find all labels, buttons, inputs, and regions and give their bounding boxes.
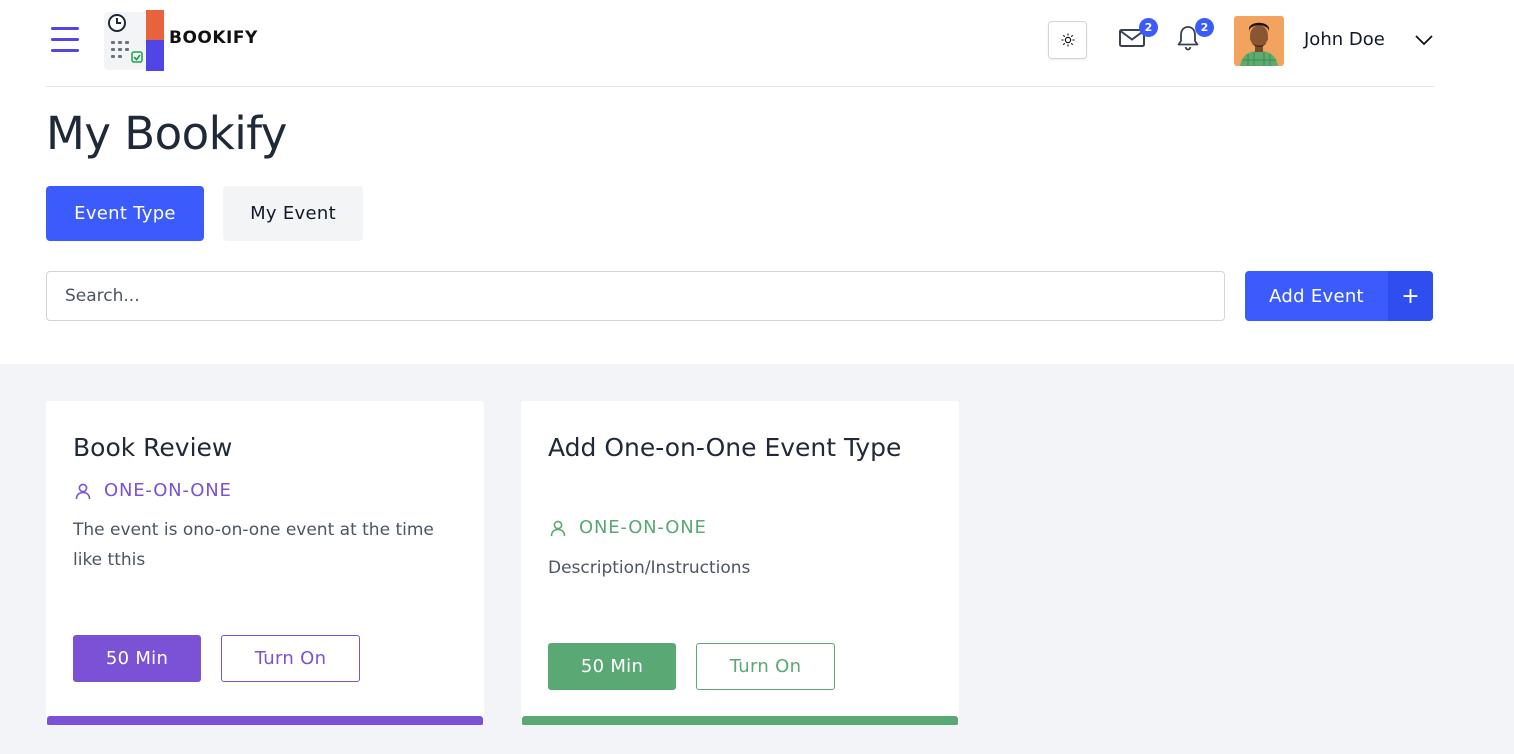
event-card-title: Book Review bbox=[73, 433, 233, 462]
tab-event-type[interactable]: Event Type bbox=[46, 186, 204, 241]
page-title: My Bookify bbox=[46, 107, 287, 160]
mail-button[interactable]: 2 bbox=[1118, 18, 1158, 54]
event-card: Add One-on-One Event Type ONE-ON-ONE Des… bbox=[521, 401, 959, 725]
notification-count-badge: 2 bbox=[1195, 18, 1214, 37]
menu-icon[interactable] bbox=[51, 27, 79, 53]
add-event-button[interactable]: Add Event + bbox=[1245, 271, 1433, 321]
add-event-label: Add Event bbox=[1269, 285, 1364, 307]
tab-my-event[interactable]: My Event bbox=[223, 186, 363, 241]
top-header: BOOKIFY 2 2 John Doe bbox=[46, 0, 1434, 87]
duration-button[interactable]: 50 Min bbox=[548, 643, 676, 690]
plus-icon: + bbox=[1388, 271, 1433, 321]
event-type-label: ONE-ON-ONE bbox=[104, 480, 232, 501]
event-card-title: Add One-on-One Event Type bbox=[548, 433, 902, 462]
sun-icon bbox=[1061, 33, 1074, 47]
turn-on-button[interactable]: Turn On bbox=[221, 635, 360, 682]
theme-toggle-button[interactable] bbox=[1048, 21, 1087, 59]
brand-name: BOOKIFY bbox=[169, 28, 258, 48]
card-accent-bar bbox=[47, 716, 483, 725]
duration-button[interactable]: 50 Min bbox=[73, 635, 201, 682]
notifications-button[interactable]: 2 bbox=[1174, 18, 1214, 54]
mail-count-badge: 2 bbox=[1139, 18, 1158, 37]
event-type-label: ONE-ON-ONE bbox=[579, 517, 707, 538]
turn-on-button[interactable]: Turn On bbox=[696, 643, 835, 690]
event-card-type: ONE-ON-ONE bbox=[549, 517, 707, 538]
user-icon bbox=[550, 520, 566, 536]
card-accent-bar bbox=[522, 716, 958, 725]
user-name[interactable]: John Doe bbox=[1304, 29, 1385, 50]
avatar[interactable] bbox=[1234, 16, 1284, 66]
event-card-type: ONE-ON-ONE bbox=[74, 480, 232, 501]
event-card-description: The event is ono-on-one event at the tim… bbox=[73, 520, 434, 570]
user-icon bbox=[75, 483, 91, 499]
search-input[interactable] bbox=[46, 271, 1225, 321]
event-card-description: Description/Instructions bbox=[548, 558, 751, 578]
chevron-down-icon[interactable] bbox=[1413, 31, 1435, 49]
event-card: Book Review ONE-ON-ONE The event is ono-… bbox=[46, 401, 484, 725]
logo-icon bbox=[103, 10, 165, 72]
